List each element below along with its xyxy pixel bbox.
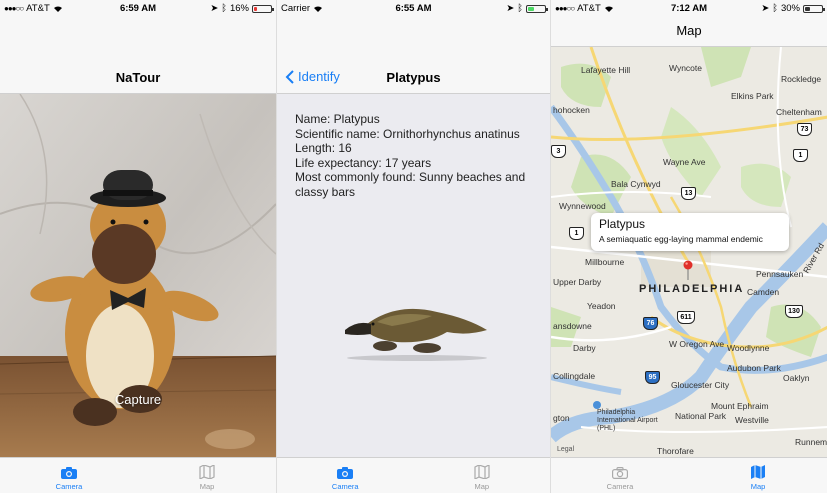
map-label: Camden [747, 287, 780, 297]
capture-button[interactable]: Capture [0, 392, 276, 407]
nav-bar: Identify Platypus [277, 16, 550, 94]
camera-icon [337, 467, 354, 479]
map-label: Yeadon [587, 301, 616, 311]
camera-screen: ●●●○○ AT&T 6:59 AM ➤ ᛒ 16% NaTour Captur… [0, 0, 276, 493]
nav-title: Platypus [386, 70, 441, 85]
map-label: Runnem [795, 437, 827, 447]
route-shield: 13 [681, 187, 696, 200]
map-label: Oaklyn [783, 373, 810, 383]
callout-subtitle: A semiaquatic egg-laying mammal endemic [599, 234, 763, 244]
bluetooth-icon: ᛒ [221, 3, 227, 14]
tab-camera[interactable]: Camera [277, 458, 414, 493]
map-label: Lafayette Hill [581, 65, 631, 75]
map-label-airport: Philadelphia International Airport (PHL) [597, 409, 658, 432]
animal-details: Name: Platypus Scientific name: Ornithor… [277, 94, 550, 457]
nav-title: NaTour [115, 70, 161, 85]
bluetooth-icon: ᛒ [772, 3, 778, 14]
map-view[interactable]: Lafayette Hill Wyncote Rockledge Elkins … [551, 47, 827, 457]
map-label: Gloucester City [671, 380, 730, 390]
camera-icon [612, 467, 628, 479]
detail-life-expectancy: Life expectancy: 17 years [295, 155, 432, 170]
map-icon [199, 465, 215, 479]
route-shield: 76 [643, 317, 658, 330]
map-label: Thorofare [657, 446, 694, 456]
map-label: Bala Cynwyd [611, 179, 661, 189]
map-pin-icon[interactable] [683, 260, 693, 280]
route-shield: 3 [551, 145, 566, 158]
map-label: Mount Ephraim [711, 401, 769, 411]
map-label: Collingdale [553, 371, 596, 381]
map-label: Pennsauken [756, 269, 804, 279]
route-shield: 95 [645, 371, 660, 384]
map-icon [474, 465, 490, 479]
map-label: Wyncote [669, 63, 702, 73]
location-icon: ➤ [761, 3, 770, 14]
map-label: Cheltenham [776, 107, 822, 117]
camera-preview[interactable]: Capture [0, 94, 276, 457]
map-label: National Park [675, 411, 727, 421]
route-shield: 1 [569, 227, 584, 240]
tab-bar: Camera Map [277, 457, 550, 493]
map-label: gton [553, 413, 570, 423]
platypus-image [345, 308, 487, 361]
map-label: W Oregon Ave [669, 339, 725, 349]
map-label: Woodlynne [727, 343, 770, 353]
battery-icon [526, 4, 548, 13]
location-icon: ➤ [210, 3, 219, 14]
status-bar: Carrier 6:55 AM ➤ ᛒ [277, 0, 550, 16]
tab-camera[interactable]: Camera [551, 458, 689, 493]
map-label: Wayne Ave [663, 157, 706, 167]
tab-bar: Camera Map [551, 457, 827, 493]
tab-label: Camera [606, 482, 634, 491]
tab-label: Camera [55, 482, 83, 491]
detail-scientific-name: Scientific name: Ornithorhynchus anatinu… [295, 126, 520, 141]
battery-percent: 30% [780, 3, 800, 14]
route-shield: 611 [677, 311, 695, 324]
map-label: Millbourne [585, 257, 625, 267]
map-label-city: PHILADELPHIA [639, 283, 745, 295]
detail-name: Name: Platypus [295, 112, 380, 126]
tab-map[interactable]: Map [689, 458, 827, 493]
bluetooth-icon: ᛒ [517, 3, 523, 14]
battery-percent: 16% [229, 3, 249, 14]
tab-label: Map [199, 482, 215, 491]
map-label: Elkins Park [731, 91, 774, 101]
detail-habitat: Most commonly found: Sunny beaches and c… [295, 170, 526, 199]
location-icon: ➤ [506, 3, 515, 14]
map-label: Rockledge [781, 74, 822, 84]
route-shield: 130 [785, 305, 803, 318]
tab-map[interactable]: Map [414, 458, 551, 493]
map-label: Wynnewood [559, 201, 606, 211]
camera-icon [61, 467, 77, 479]
annotation-callout[interactable]: Platypus A semiaquatic egg-laying mammal… [591, 213, 789, 251]
route-shield: 73 [797, 123, 812, 136]
map-label: Upper Darby [553, 277, 602, 287]
map-icon [751, 465, 765, 479]
tab-bar: Camera Map [0, 457, 276, 493]
battery-icon [803, 4, 825, 13]
status-bar: ●●●○○ AT&T 7:12 AM ➤ ᛒ 30% [551, 0, 827, 16]
nav-bar: Map [551, 16, 827, 47]
tab-label: Map [474, 482, 490, 491]
map-label: hohocken [553, 105, 590, 115]
battery-icon [252, 4, 274, 13]
nav-bar: NaTour [0, 16, 276, 94]
detail-screen: Carrier 6:55 AM ➤ ᛒ Identify Platypus Na… [276, 0, 550, 493]
callout-title: Platypus [599, 217, 646, 231]
tab-map[interactable]: Map [138, 458, 276, 493]
map-label: Westville [735, 415, 769, 425]
tab-label: Map [750, 482, 766, 491]
map-label: Audubon Park [727, 363, 781, 373]
map-screen: ●●●○○ AT&T 7:12 AM ➤ ᛒ 30% Map Lafayette… [550, 0, 827, 493]
nav-title: Map [676, 23, 702, 38]
map-label: Darby [573, 343, 596, 353]
route-shield: 1 [793, 149, 808, 162]
legal-link[interactable]: Legal [557, 446, 574, 453]
tab-camera[interactable]: Camera [0, 458, 138, 493]
tab-label: Camera [331, 482, 359, 491]
status-bar: ●●●○○ AT&T 6:59 AM ➤ ᛒ 16% [0, 0, 276, 16]
detail-length: Length: 16 [295, 141, 352, 155]
map-label: ansdowne [553, 321, 592, 331]
